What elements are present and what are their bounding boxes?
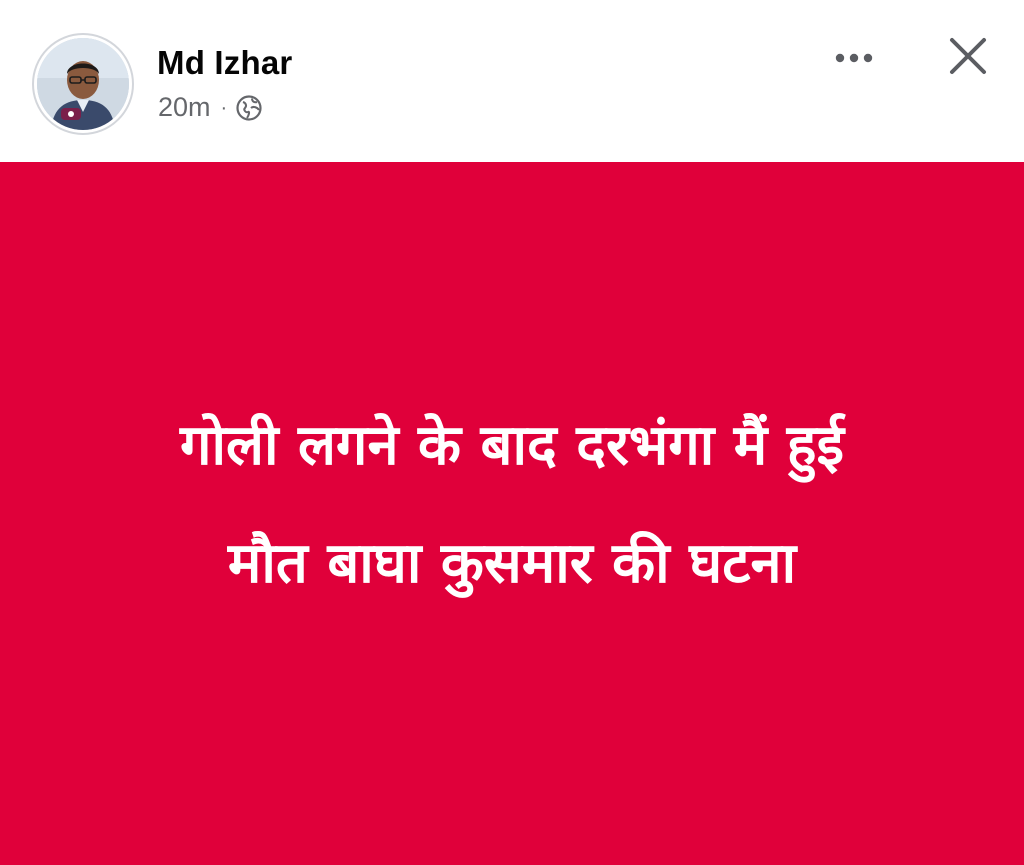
more-options-icon <box>835 53 873 63</box>
post-text-line-2: मौत बाघा कुसमार की घटना <box>227 530 797 596</box>
globe-icon[interactable] <box>235 94 263 122</box>
post-background: गोली लगने के बाद दरभंगा मैं हुई मौत बाघा… <box>0 162 1024 865</box>
meta-separator: · <box>220 96 228 119</box>
post-timestamp[interactable]: 20m <box>158 92 211 123</box>
post-header: Md Izhar 20m · <box>0 0 1024 162</box>
close-icon <box>950 38 986 74</box>
more-options-button[interactable] <box>826 36 882 80</box>
post-text: गोली लगने के बाद दरभंगा मैं हुई मौत बाघा… <box>62 387 962 623</box>
author-name[interactable]: Md Izhar <box>157 44 292 82</box>
avatar-photo <box>37 38 129 130</box>
post-text-line-1: गोली लगने के बाद दरभंगा मैं हुई <box>179 412 845 478</box>
post-meta: 20m · <box>158 92 263 123</box>
avatar[interactable] <box>32 33 134 135</box>
close-button[interactable] <box>942 30 994 82</box>
